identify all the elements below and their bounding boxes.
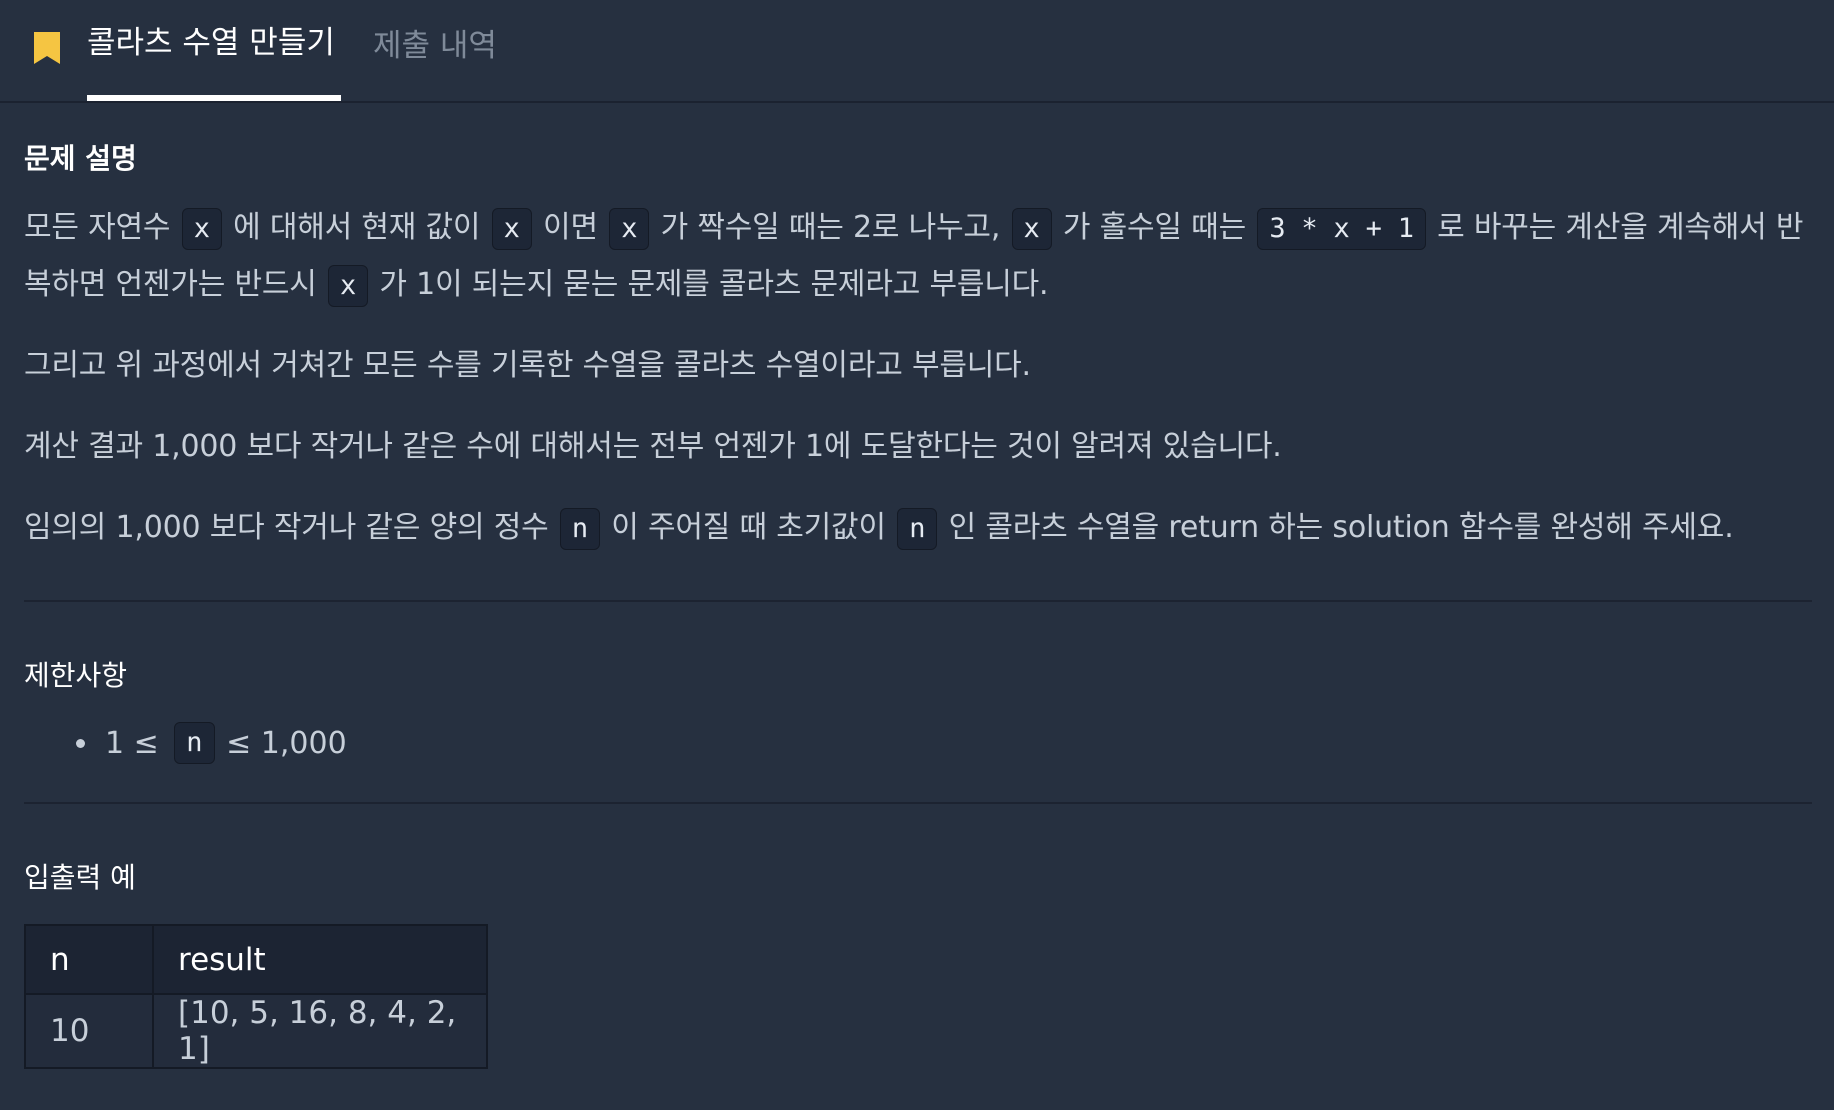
text-span: 인 콜라츠 수열을 return 하는 solution 함수를 완성해 주세요… [939, 510, 1734, 545]
inline-code: x [491, 207, 532, 250]
text-span: 에 대해서 현재 값이 [223, 210, 490, 245]
description-paragraph-1: 모든 자연수 x 에 대해서 현재 값이 x 이면 x 가 짝수일 때는 2로 … [24, 199, 1812, 313]
inline-code: x [609, 207, 650, 250]
problem-header: 콜라츠 수열 만들기 제출 내역 [0, 0, 1834, 103]
text-span: 이 주어질 때 초기값이 [601, 510, 896, 545]
text-span: 1 ≤ [105, 725, 169, 761]
constraints-title: 제한사항 [24, 659, 128, 692]
tab-submissions-label: 제출 내역 [373, 28, 497, 64]
inline-code: x [181, 207, 222, 250]
tab-submissions[interactable]: 제출 내역 [373, 0, 497, 101]
cell-result: [10, 5, 16, 8, 4, 2, 1] [152, 993, 488, 1069]
description-paragraph-4: 임의의 1,000 보다 작거나 같은 양의 정수 n 이 주어질 때 초기값이… [24, 499, 1812, 556]
examples-table: n result 10 [10, 5, 16, 8, 4, 2, 1] [24, 924, 488, 1069]
inline-code: x [328, 264, 369, 307]
list-item: 1 ≤ n ≤ 1,000 [76, 722, 1812, 764]
text-span: 가 홀수일 때는 [1053, 210, 1256, 245]
problem-content: 문제 설명 모든 자연수 x 에 대해서 현재 값이 x 이면 x 가 짝수일 … [0, 137, 1834, 1069]
inline-code: n [897, 507, 938, 550]
section-divider [24, 600, 1812, 602]
constraints-list: 1 ≤ n ≤ 1,000 [76, 722, 1812, 764]
inline-code: n [174, 722, 215, 764]
tab-problem[interactable]: 콜라츠 수열 만들기 [87, 0, 341, 101]
text-span: 임의의 1,000 보다 작거나 같은 양의 정수 [24, 510, 558, 545]
description-paragraph-2: 그리고 위 과정에서 거쳐간 모든 수를 기록한 수열을 콜라츠 수열이라고 부… [24, 348, 1031, 383]
text-span: ≤ 1,000 [216, 725, 347, 761]
inline-code: n [559, 507, 600, 550]
column-header-result: result [152, 924, 488, 995]
bookmark-icon[interactable] [32, 30, 62, 66]
description-title: 문제 설명 [24, 142, 137, 175]
cell-n: 10 [24, 993, 154, 1069]
tab-problem-label: 콜라츠 수열 만들기 [87, 25, 335, 61]
table-header-row: n result [24, 924, 488, 995]
bullet-icon [76, 738, 85, 748]
inline-code: 3 * x + 1 [1257, 207, 1426, 250]
section-divider [24, 802, 1812, 804]
table-row: 10 [10, 5, 16, 8, 4, 2, 1] [24, 993, 488, 1069]
column-header-n: n [24, 924, 154, 995]
text-span: 가 1이 되는지 묻는 문제를 콜라츠 문제라고 부릅니다. [370, 267, 1049, 302]
inline-code: x [1011, 207, 1052, 250]
examples-title: 입출력 예 [24, 861, 136, 894]
description-paragraph-3: 계산 결과 1,000 보다 작거나 같은 수에 대해서는 전부 언젠가 1에 … [24, 429, 1282, 464]
text-span: 가 짝수일 때는 2로 나누고, [651, 210, 1010, 245]
text-span: 이면 [533, 210, 608, 245]
text-span: 모든 자연수 [24, 210, 180, 245]
